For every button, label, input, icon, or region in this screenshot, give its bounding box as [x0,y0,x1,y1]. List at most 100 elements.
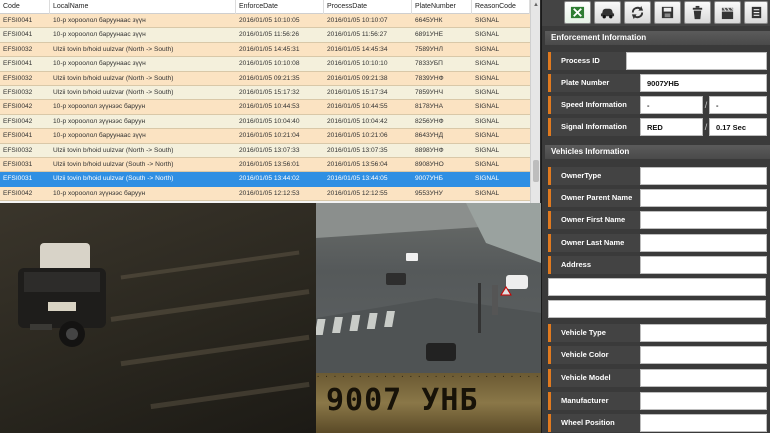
table-row[interactable]: EFSI0032 Ulzii tovin b/hoid uulzvar (Nort… [0,42,530,58]
vehicle-model-field[interactable] [640,369,767,387]
list-icon [751,6,761,19]
table-cell: 10-р хороолол баруунаас зүүн [53,132,146,140]
export-excel-button[interactable] [564,1,591,24]
address-field[interactable] [640,256,767,274]
wheel-position-field[interactable] [640,414,767,432]
table-row[interactable]: EFSI0032 Ulzii tovin b/hoid uulzvar (Nort… [0,71,530,86]
vehicle-color-field[interactable] [640,346,767,364]
table-cell: EFSI0041 [3,17,33,24]
table-cell: EFSI0041 [3,60,33,68]
speed-info-label: Speed Information [548,96,640,114]
table-cell: EFSI0032 [3,74,33,82]
table-cell: 2016/01/05 10:10:10 [327,60,388,68]
table-cell: Ulzii tovin b/hoid uulzvar (North -> Sou… [53,45,174,53]
table-header: Code LocalName EnforceDate ProcessDate P… [0,0,530,14]
manufacturer-field[interactable] [640,392,767,410]
vehicle-model-label: Vehicle Model [548,369,640,387]
table-cell: SIGNAL [475,132,500,140]
signal-info-field-2[interactable]: 0.17 Sec [709,118,767,136]
table-cell: 7839УНФ [415,74,444,82]
table-scrollbar[interactable]: ▲ [530,0,540,203]
owner-type-field[interactable] [640,167,767,185]
column-header-localname[interactable]: LocalName [50,0,236,14]
table-row[interactable]: EFSI0041 10-р хороолол баруунаас зүүн 2016… [0,28,530,43]
table-cell: 8178УНА [415,103,444,111]
owner-last-name-label: Owner Last Name [548,234,640,252]
table-row[interactable]: EFSI0032 Ulzii tovin b/hoid uulzvar (Nort… [0,85,530,101]
table-cell: 2016/01/05 10:44:55 [327,103,388,111]
table-row[interactable]: EFSI0042 10-р хороолол зүүнээс баруун 2016… [0,114,530,130]
camera-image-right [316,203,541,373]
toolbar [542,0,770,26]
table-cell: 10-р хороолол баруунаас зүүн [53,31,146,39]
enforcement-section-header: Enforcement Information [545,31,770,45]
table-cell: EFSI0042 [3,117,33,125]
plate-crop-text: 9007 УНБ [326,383,479,418]
table-cell: EFSI0032 [3,45,33,53]
video-button[interactable] [714,1,741,24]
table-row[interactable]: EFSI0041 10-р хороолол баруунаас зүүн 2016… [0,57,530,72]
speed-info-field-1[interactable]: - [640,96,703,114]
owner-type-label: OwnerType [548,167,640,185]
table-cell: 2016/01/05 15:17:32 [239,88,300,96]
table-cell: 2016/01/05 10:21:06 [327,132,388,140]
address-line-2-field[interactable] [548,278,766,296]
owner-first-name-field[interactable] [640,211,767,229]
manufacturer-label: Manufacturer [548,392,640,410]
vehicle-color-label: Vehicle Color [548,346,640,364]
table-cell: 8256УНФ [415,117,444,125]
scrollbar-thumb[interactable] [533,160,539,182]
table-row[interactable]: EFSI0031 Ulzii tovin b/hoid uulzvar (Sout… [0,157,530,173]
refresh-button[interactable] [624,1,651,24]
table-row[interactable]: EFSI0042 10-р хороолол зүүнээс баруун 2016… [0,186,530,202]
table-cell: SIGNAL [475,31,500,39]
clapperboard-icon [721,7,734,20]
table-cell: 2016/01/05 11:56:27 [327,31,388,39]
owner-first-name-label: Owner First Name [548,211,640,229]
vehicle-type-label: Vehicle Type [548,324,640,342]
vehicle-button[interactable] [594,1,621,24]
table-cell: 2016/01/05 15:17:34 [327,88,388,96]
table-row[interactable]: EFSI0032 Ulzii tovin b/hoid uulzvar (Nort… [0,143,530,158]
vehicle-type-field[interactable] [640,324,767,342]
process-id-field[interactable] [626,52,767,70]
table-cell: SIGNAL [475,60,500,68]
table-row-selected[interactable]: EFSI0031 Ulzii tovin b/hoid uulzvar (Sout… [0,172,530,187]
car-icon [600,8,615,19]
column-header-enforcedate[interactable]: EnforceDate [236,0,324,14]
table-cell: 7859УНЧ [415,88,444,96]
address-line-3-field[interactable] [548,300,766,318]
list-button[interactable] [744,1,768,24]
table-cell: EFSI0041 [3,31,33,39]
column-header-code[interactable]: Code [0,0,50,14]
table-cell: 8908УНО [415,160,444,168]
table-cell: 2016/01/05 13:44:05 [327,175,388,183]
speed-info-field-2[interactable]: - [709,96,767,114]
plate-number-field[interactable]: 9007УНБ [640,74,767,92]
column-header-reasoncode[interactable]: ReasonCode [472,0,530,14]
delete-button[interactable] [684,1,711,24]
table-cell: 7833УБП [415,60,443,68]
table-row[interactable]: EFSI0041 10-р хороолол баруунаас зүүн 2016… [0,14,530,29]
table-cell: 6891УНЕ [415,31,444,39]
table-cell: 2016/01/05 10:10:05 [239,17,300,24]
table-cell: 8898УНФ [415,146,444,154]
column-header-platenumber[interactable]: PlateNumber [412,0,472,14]
table-cell: EFSI0032 [3,88,33,96]
signal-info-field-1[interactable]: RED [640,118,703,136]
table-cell: 2016/01/05 11:56:26 [239,31,300,39]
scroll-up-icon[interactable]: ▲ [531,0,540,10]
table-row[interactable]: EFSI0041 10-р хороолол баруунаас зүүн 2016… [0,129,530,144]
table-cell: SIGNAL [475,117,500,125]
table-cell: 2016/01/05 12:12:53 [239,189,300,197]
table-row[interactable]: EFSI0042 10-р хороолол зүүнээс баруун 2016… [0,100,530,115]
owner-last-name-field[interactable] [640,234,767,252]
plate-crop-noise: · · · · · · · · · · · · · · · · · · · · … [316,373,541,381]
table-cell: 6645УНК [415,17,443,24]
process-id-label: Process ID [548,52,626,70]
table-cell: 2016/01/05 10:10:07 [327,17,388,24]
app-window: Code LocalName EnforceDate ProcessDate P… [0,0,770,433]
column-header-processdate[interactable]: ProcessDate [324,0,412,14]
owner-parent-name-field[interactable] [640,189,767,207]
save-button[interactable] [654,1,681,24]
